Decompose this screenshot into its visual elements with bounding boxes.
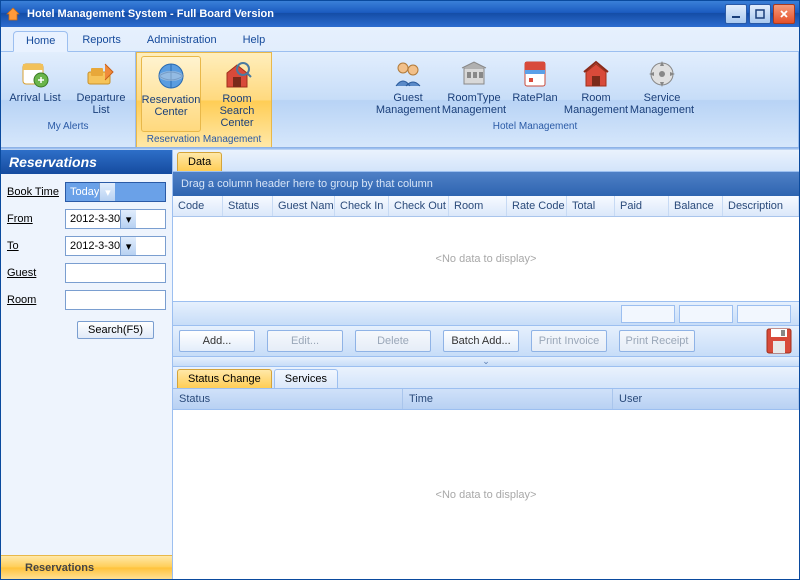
- print-invoice-button[interactable]: Print Invoice: [531, 330, 607, 352]
- chevron-down-icon: ▾: [99, 183, 115, 201]
- from-label: From: [7, 213, 65, 225]
- col-room[interactable]: Room: [449, 196, 507, 216]
- ribbon-group-reservation-management: Reservation Center Room Search Center Re…: [136, 52, 272, 147]
- room-field[interactable]: [65, 290, 166, 310]
- tab-home[interactable]: Home: [13, 31, 68, 52]
- col-guest-name[interactable]: Guest Name: [273, 196, 335, 216]
- status-grid-empty: <No data to display>: [173, 410, 799, 579]
- tab-reports[interactable]: Reports: [70, 31, 133, 51]
- reservations-grid: Code Status Guest Name Check In Check Ou…: [173, 196, 799, 301]
- ribbon: Arrival List Departure List My Alerts Re…: [1, 51, 799, 148]
- ribbon-group-my-alerts: Arrival List Departure List My Alerts: [1, 52, 136, 147]
- guest-management-button[interactable]: Guest Management: [378, 55, 438, 119]
- to-date-field[interactable]: 2012-3-30▾: [65, 236, 166, 256]
- window-title: Hotel Management System - Full Board Ver…: [27, 8, 725, 20]
- book-time-select[interactable]: Today▾: [65, 182, 166, 202]
- menu-tabs: Home Reports Administration Help: [1, 31, 799, 51]
- rateplan-icon: [519, 58, 551, 90]
- col-time[interactable]: Time: [403, 389, 613, 409]
- col-check-out[interactable]: Check Out: [389, 196, 449, 216]
- subtab-services[interactable]: Services: [274, 369, 338, 388]
- tab-help[interactable]: Help: [231, 31, 278, 51]
- search-button[interactable]: Search(F5): [77, 321, 154, 339]
- room-icon: [580, 58, 612, 90]
- print-receipt-button[interactable]: Print Receipt: [619, 330, 695, 352]
- summary-row: [173, 301, 799, 325]
- room-search-center-button[interactable]: Room Search Center: [207, 56, 267, 132]
- globe-icon: [155, 60, 187, 92]
- main: Data Drag a column header here to group …: [173, 150, 799, 579]
- col-total[interactable]: Total: [567, 196, 615, 216]
- rateplan-button[interactable]: RatePlan: [510, 55, 560, 119]
- save-icon[interactable]: [765, 327, 793, 355]
- col-status[interactable]: Status: [223, 196, 273, 216]
- summary-cell: [621, 305, 675, 323]
- grid-empty: <No data to display>: [173, 217, 799, 301]
- edit-button[interactable]: Edit...: [267, 330, 343, 352]
- summary-cell: [737, 305, 791, 323]
- room-label: Room: [7, 294, 65, 306]
- departure-list-button[interactable]: Departure List: [71, 55, 131, 119]
- col-user[interactable]: User: [613, 389, 799, 409]
- room-management-button[interactable]: Room Management: [566, 55, 626, 119]
- col-code[interactable]: Code: [173, 196, 223, 216]
- sidebar-title: Reservations: [1, 150, 172, 174]
- sidebar: Reservations Book Time Today▾ From 2012-…: [1, 150, 173, 579]
- roomtype-icon: [458, 58, 490, 90]
- chevron-down-icon: ▾: [120, 237, 136, 255]
- arrival-list-button[interactable]: Arrival List: [5, 55, 65, 119]
- col-rate-code[interactable]: Rate Code: [507, 196, 567, 216]
- subtab-status-change[interactable]: Status Change: [177, 369, 272, 388]
- from-date-field[interactable]: 2012-3-30▾: [65, 209, 166, 229]
- room-search-icon: [221, 59, 253, 91]
- service-management-button[interactable]: Service Management: [632, 55, 692, 119]
- batch-add-button[interactable]: Batch Add...: [443, 330, 519, 352]
- add-button[interactable]: Add...: [179, 330, 255, 352]
- guest-label: Guest: [7, 267, 65, 279]
- expander-handle[interactable]: ⌄: [173, 357, 799, 367]
- sidebar-tab-reservations[interactable]: Reservations: [1, 555, 172, 579]
- departure-list-icon: [85, 58, 117, 90]
- col-description[interactable]: Description: [723, 196, 799, 216]
- guests-icon: [392, 58, 424, 90]
- col-status[interactable]: Status: [173, 389, 403, 409]
- minimize-button[interactable]: [725, 4, 747, 24]
- to-label: To: [7, 240, 65, 252]
- maximize-button[interactable]: [749, 4, 771, 24]
- home-icon: [5, 6, 21, 22]
- service-icon: [646, 58, 678, 90]
- action-bar: Add... Edit... Delete Batch Add... Print…: [173, 325, 799, 357]
- guest-field[interactable]: [65, 263, 166, 283]
- summary-cell: [679, 305, 733, 323]
- arrival-list-icon: [19, 58, 51, 90]
- roomtype-management-button[interactable]: RoomType Management: [444, 55, 504, 119]
- tab-administration[interactable]: Administration: [135, 31, 229, 51]
- delete-button[interactable]: Delete: [355, 330, 431, 352]
- reservation-center-button[interactable]: Reservation Center: [141, 56, 201, 132]
- chevron-down-icon: ▾: [120, 210, 136, 228]
- col-balance[interactable]: Balance: [669, 196, 723, 216]
- close-button[interactable]: [773, 4, 795, 24]
- col-check-in[interactable]: Check In: [335, 196, 389, 216]
- group-by-hint[interactable]: Drag a column header here to group by th…: [173, 172, 799, 196]
- col-paid[interactable]: Paid: [615, 196, 669, 216]
- ribbon-group-hotel-management: Guest Management RoomType Management Rat…: [272, 52, 799, 147]
- titlebar: Hotel Management System - Full Board Ver…: [1, 1, 799, 27]
- tab-data[interactable]: Data: [177, 152, 222, 171]
- book-time-label: Book Time: [7, 186, 65, 198]
